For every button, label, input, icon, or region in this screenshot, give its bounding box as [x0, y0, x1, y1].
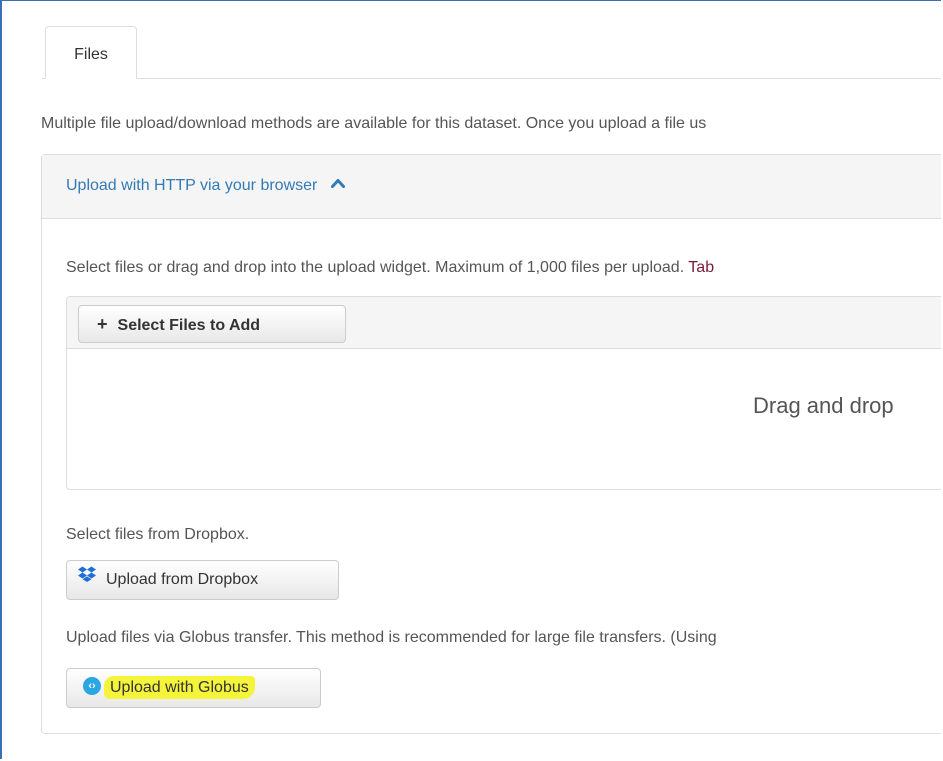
select-files-help-text: Select files or drag and drop into the u…: [66, 259, 685, 276]
drag-drop-text: Drag and drop: [753, 393, 894, 418]
tab-files[interactable]: Files: [45, 26, 137, 79]
select-files-help: Select files or drag and drop into the u…: [66, 259, 714, 277]
upload-dropbox-button[interactable]: Upload from Dropbox: [66, 560, 339, 600]
upload-dropbox-label: Upload from Dropbox: [106, 571, 259, 589]
select-files-button[interactable]: + Select Files to Add: [78, 305, 346, 343]
panel-title-label: Upload with HTTP via your browser: [66, 177, 318, 195]
globus-icon: ‹›: [83, 676, 101, 695]
http-upload-panel: Upload with HTTP via your browser Select…: [41, 154, 941, 734]
plus-icon: +: [97, 314, 108, 334]
chevron-up-icon: [330, 175, 345, 193]
upload-globus-label: Upload with Globus: [104, 676, 255, 699]
upload-toolbar: + Select Files to Add: [67, 297, 941, 349]
select-files-label: Select Files to Add: [117, 317, 261, 334]
intro-text: Multiple file upload/download methods ar…: [41, 115, 707, 132]
globus-help: Upload files via Globus transfer. This m…: [66, 629, 717, 646]
dropbox-help: Select files from Dropbox.: [66, 526, 250, 543]
tab-strip: [42, 78, 941, 79]
panel-heading[interactable]: Upload with HTTP via your browser: [42, 155, 941, 219]
upload-globus-button[interactable]: ‹› Upload with Globus: [66, 668, 321, 708]
screenshot-frame: Files Multiple file upload/download meth…: [0, 0, 941, 759]
upload-widget[interactable]: + Select Files to Add Drag and drop: [66, 296, 941, 490]
dropbox-icon: [78, 559, 96, 597]
http-upload-toggle[interactable]: Upload with HTTP via your browser: [66, 177, 345, 195]
tab-link[interactable]: Tab: [688, 259, 714, 276]
